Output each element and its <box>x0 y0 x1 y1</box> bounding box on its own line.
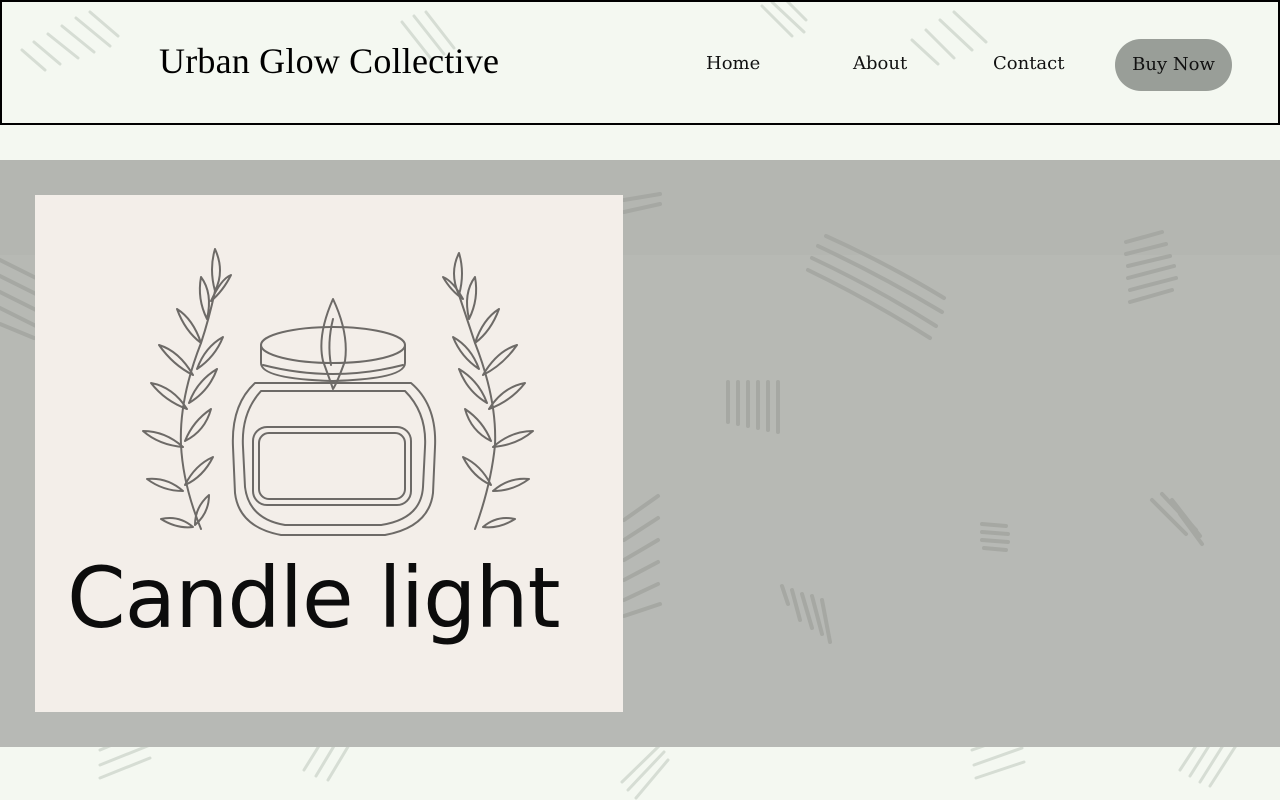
nav-home-link[interactable]: Home <box>706 53 760 74</box>
nav-about-link[interactable]: About <box>853 53 907 74</box>
wordmark-text: Candle light <box>67 549 560 647</box>
hero-section: Candle light <box>0 160 1280 747</box>
brand-title[interactable]: Urban Glow Collective <box>159 40 499 82</box>
site-header: Urban Glow Collective Home About Contact… <box>0 0 1280 125</box>
nav-contact-link[interactable]: Contact <box>993 53 1064 74</box>
candle-light-logo: Candle light <box>35 195 623 712</box>
logo-wordmark: Candle light <box>67 549 561 647</box>
buy-now-button[interactable]: Buy Now <box>1115 39 1232 91</box>
page: Urban Glow Collective Home About Contact… <box>0 0 1280 800</box>
